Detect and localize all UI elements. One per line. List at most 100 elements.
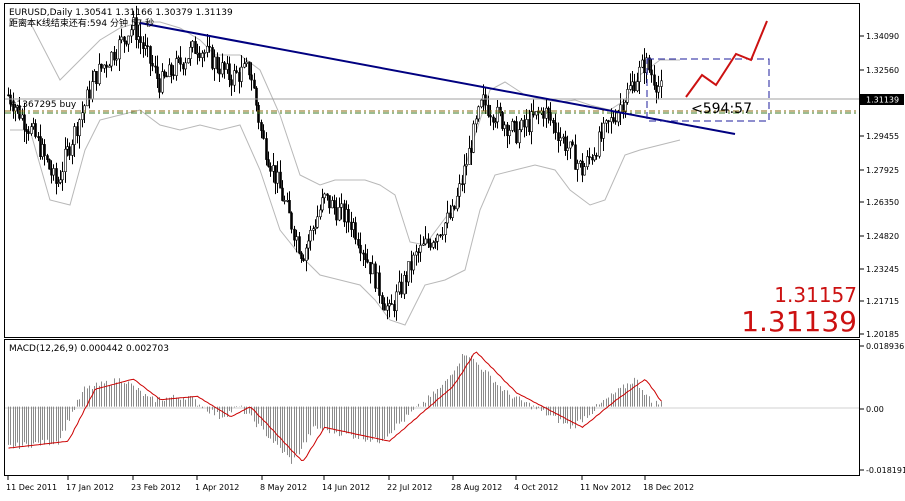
candle-body xyxy=(201,52,204,58)
candle-body xyxy=(386,305,389,311)
candle-body xyxy=(586,156,589,167)
candle-body xyxy=(177,57,180,60)
candle-body xyxy=(508,130,511,137)
candle-body xyxy=(300,252,303,259)
candle-body xyxy=(230,79,233,86)
candle-body xyxy=(161,71,164,93)
candle-body xyxy=(233,70,236,86)
candle-body xyxy=(113,51,116,61)
candle-body xyxy=(139,36,142,43)
mt4-chart-window[interactable]: #1367295 buy <594:57 EURUSD,Daily 1.3054… xyxy=(0,0,905,497)
candle-body xyxy=(165,75,168,78)
candle-body xyxy=(248,61,251,76)
candle-body xyxy=(218,68,221,75)
candle-body xyxy=(175,58,178,76)
candle-body xyxy=(412,254,415,271)
candle-body xyxy=(64,148,67,172)
y-tick-label: 1.32560 xyxy=(866,66,899,75)
candle-body xyxy=(27,131,30,134)
candle-body xyxy=(515,121,518,144)
candle-body xyxy=(179,57,182,65)
candle-body xyxy=(196,52,199,55)
x-tick-label: 4 Oct 2012 xyxy=(514,483,558,492)
candle-body xyxy=(81,112,84,121)
candle-body xyxy=(475,118,478,125)
candle-body xyxy=(650,69,653,76)
candle-body xyxy=(456,195,459,210)
candle-body xyxy=(73,126,76,145)
candle-body xyxy=(614,120,617,123)
candle-body xyxy=(316,216,319,228)
y-tick-label: 1.34090 xyxy=(866,32,899,41)
macd-axis: 0.018936 0.00 -0.018191 xyxy=(860,342,905,475)
candle-body xyxy=(321,197,324,211)
candle-body xyxy=(206,45,209,53)
x-tick-label: 22 Jul 2012 xyxy=(387,483,432,492)
candle-body xyxy=(307,240,310,249)
candle-body xyxy=(211,47,214,69)
candle-body xyxy=(458,183,461,197)
candle-body xyxy=(142,42,145,49)
candle-body xyxy=(283,200,286,202)
candle-body xyxy=(542,110,545,119)
candle-body xyxy=(626,89,629,103)
candle-body xyxy=(366,259,369,263)
candle-body xyxy=(612,117,615,121)
candle-body xyxy=(309,230,312,242)
candle-body xyxy=(154,65,157,68)
candle-body xyxy=(172,74,175,77)
candle-body xyxy=(120,36,123,41)
candle-body xyxy=(436,234,439,242)
y-tick-label: 1.26350 xyxy=(866,198,899,207)
candle-body xyxy=(633,81,636,92)
last-price-display: 1.31139 xyxy=(741,305,857,338)
candle-body xyxy=(88,89,91,100)
main-panel-frame xyxy=(4,3,860,338)
candle-body xyxy=(588,156,591,158)
candle-body xyxy=(243,63,246,68)
candle-body xyxy=(91,81,94,100)
candle-body xyxy=(378,272,381,296)
candle-body xyxy=(110,51,113,67)
candle-body xyxy=(146,45,149,47)
x-tick-label: 17 Jan 2012 xyxy=(66,483,114,492)
y-tick-label: 1.20185 xyxy=(866,330,899,339)
candle-body xyxy=(98,63,101,85)
candle-body xyxy=(298,236,301,254)
candle-body xyxy=(194,41,197,54)
candle-body xyxy=(432,242,435,248)
candle-body xyxy=(484,94,487,106)
candle-body xyxy=(617,112,620,123)
candle-body xyxy=(347,209,350,223)
candle-body xyxy=(34,123,37,137)
candle-body xyxy=(208,45,211,48)
y-tick-label: 1.29455 xyxy=(866,132,899,141)
candle-body xyxy=(71,144,74,156)
price-axis: 1.34090 1.32560 1.29455 1.27925 1.26350 1.248… xyxy=(860,32,899,339)
candle-body xyxy=(23,114,26,130)
candle-body xyxy=(149,46,152,64)
candle-body xyxy=(191,41,194,48)
candle-body xyxy=(7,94,10,97)
x-tick-label: 28 Aug 2012 xyxy=(451,483,502,492)
y-tick-label: 1.23245 xyxy=(866,265,899,274)
chart-canvas[interactable]: #1367295 buy <594:57 EURUSD,Daily 1.3054… xyxy=(0,0,905,497)
candle-body xyxy=(463,165,466,185)
candle-body xyxy=(226,63,229,70)
candle-body xyxy=(489,115,492,118)
candle-body xyxy=(424,238,427,245)
candle-body xyxy=(547,107,550,113)
candle-body xyxy=(359,244,362,254)
candle-body xyxy=(660,80,663,87)
candle-body xyxy=(108,65,111,68)
candle-body xyxy=(48,159,51,170)
macd-title: MACD(12,26,9) 0.000442 0.002703 xyxy=(9,344,169,354)
y-tick-label: 1.24820 xyxy=(866,232,899,241)
x-tick-label: 1 Apr 2012 xyxy=(195,483,239,492)
candle-body xyxy=(465,164,468,167)
candle-body xyxy=(571,141,574,146)
candle-body xyxy=(158,78,161,93)
candle-body xyxy=(305,247,308,261)
candle-body xyxy=(203,52,206,54)
candle-body xyxy=(125,41,128,45)
